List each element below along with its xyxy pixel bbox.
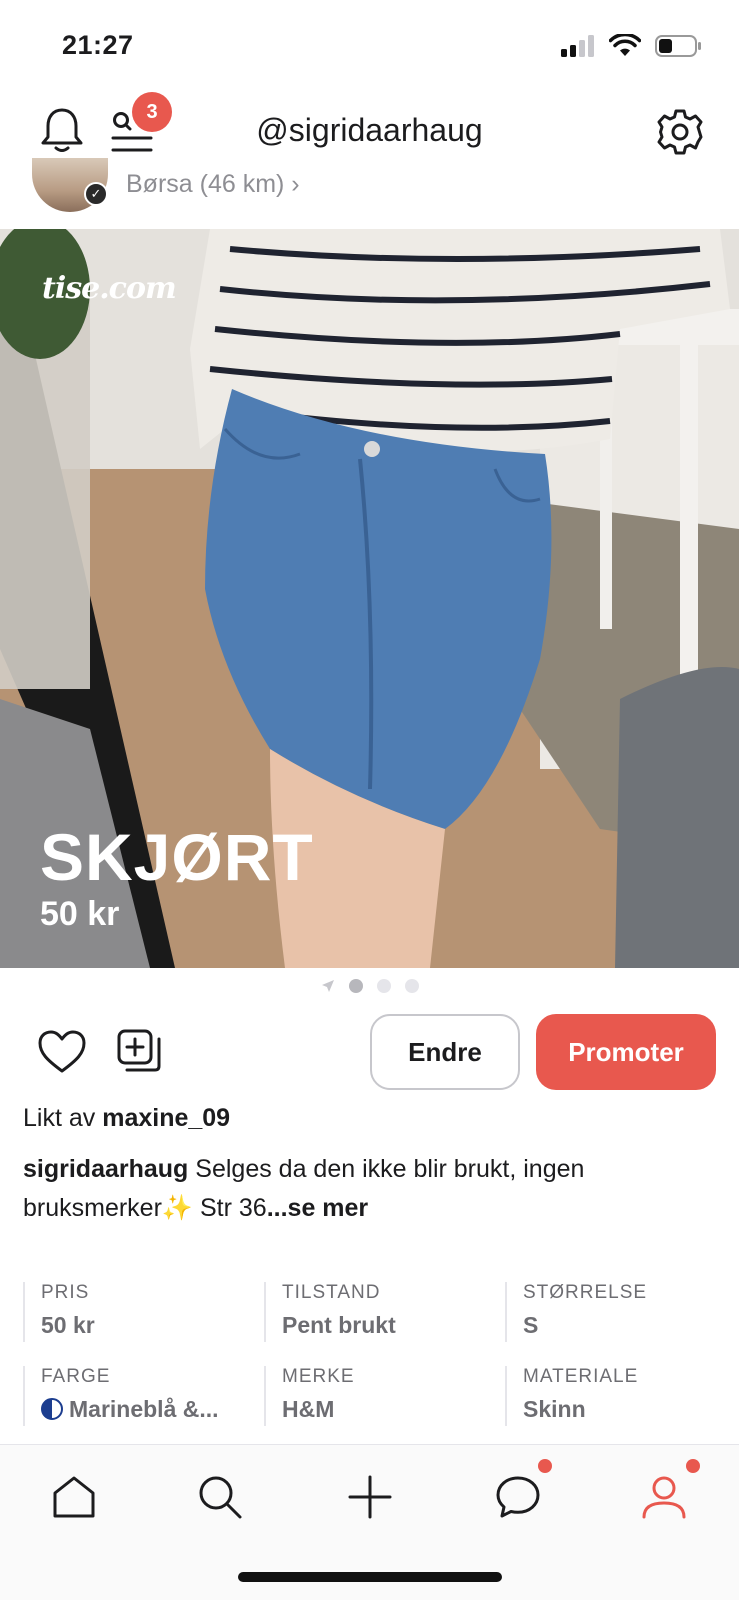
seller-row[interactable]: ✓ Børsa (46 km) ›: [0, 158, 739, 222]
listing-photo[interactable]: tise.com SKJØRT 50 kr: [0, 229, 739, 968]
detail-label: TILSTAND: [282, 1282, 381, 1303]
wifi-icon: [609, 34, 641, 56]
detail-material: MATERIALE Skinn: [505, 1366, 725, 1426]
detail-price: PRIS 50 kr: [23, 1282, 243, 1342]
home-icon: [53, 1476, 95, 1518]
listing-price: 50 kr: [40, 895, 120, 933]
detail-label: MATERIALE: [523, 1366, 639, 1387]
pager-dot[interactable]: [348, 979, 363, 993]
chat-icon: [496, 1476, 540, 1518]
gear-icon: [657, 109, 703, 155]
detail-value: Skinn: [523, 1396, 586, 1422]
tab-add[interactable]: [340, 1467, 400, 1527]
detail-condition: TILSTAND Pent brukt: [264, 1282, 484, 1342]
listing-title: SKJØRT: [40, 820, 314, 894]
status-bar: 21:27: [0, 0, 739, 92]
profile-notification-dot: [686, 1459, 700, 1473]
detail-label: FARGE: [41, 1366, 111, 1387]
detail-size: STØRRELSE S: [505, 1282, 725, 1342]
tab-search[interactable]: [190, 1467, 250, 1527]
description-author[interactable]: sigridaarhaug: [23, 1155, 188, 1183]
detail-value: 50 kr: [41, 1312, 95, 1338]
detail-value: Marineblå &...: [41, 1396, 243, 1423]
profile-icon: [642, 1476, 686, 1519]
battery-icon: [655, 35, 701, 57]
add-icon: [348, 1475, 392, 1519]
cellular-signal-icon: [561, 35, 594, 57]
liked-by-prefix: Likt av: [23, 1104, 96, 1132]
see-more-link[interactable]: ...se mer: [267, 1194, 368, 1222]
edit-button[interactable]: Endre: [370, 1014, 520, 1090]
pager-dot[interactable]: [404, 979, 419, 993]
detail-label: MERKE: [282, 1366, 355, 1387]
detail-brand: MERKE H&M: [264, 1366, 484, 1426]
liked-by: Likt av maxine_09: [23, 1104, 230, 1133]
tab-profile[interactable]: [634, 1467, 694, 1527]
home-indicator[interactable]: [238, 1572, 502, 1582]
detail-value: Pent brukt: [282, 1312, 396, 1338]
like-button[interactable]: [34, 1024, 90, 1080]
collection-add-button[interactable]: [112, 1024, 168, 1080]
search-icon: [199, 1476, 242, 1519]
detail-color-value: Marineblå &...: [69, 1396, 219, 1422]
seller-location[interactable]: Børsa (46 km) ›: [126, 170, 300, 199]
listing-actions: Endre Promoter: [0, 1014, 739, 1090]
liked-by-user[interactable]: maxine_09: [102, 1104, 230, 1132]
detail-label: STØRRELSE: [523, 1282, 648, 1303]
verified-icon: ✓: [84, 182, 108, 206]
detail-value: S: [523, 1312, 539, 1338]
image-pager[interactable]: [0, 976, 739, 996]
color-swatch-icon: [41, 1398, 63, 1420]
tise-watermark: tise.com: [42, 271, 177, 306]
messages-notification-dot: [538, 1459, 552, 1473]
detail-value: H&M: [282, 1396, 335, 1422]
listing-description: sigridaarhaug Selges da den ikke blir br…: [23, 1150, 703, 1228]
status-icons: [561, 34, 703, 58]
settings-button[interactable]: [650, 102, 710, 162]
location-arrow-icon: [321, 980, 334, 992]
add-to-collection-icon: [117, 1029, 161, 1072]
detail-color: FARGE Marineblå &...: [23, 1366, 243, 1426]
promote-button[interactable]: Promoter: [536, 1014, 716, 1090]
pager-dot[interactable]: [376, 979, 391, 993]
page-title: @sigridaarhaug: [256, 112, 483, 148]
tab-messages[interactable]: [488, 1467, 548, 1527]
status-time: 21:27: [62, 30, 134, 60]
profile-header: 3 @sigridaarhaug: [0, 92, 739, 172]
heart-icon: [38, 1030, 86, 1073]
detail-label: PRIS: [41, 1282, 90, 1303]
tab-home[interactable]: [44, 1467, 104, 1527]
